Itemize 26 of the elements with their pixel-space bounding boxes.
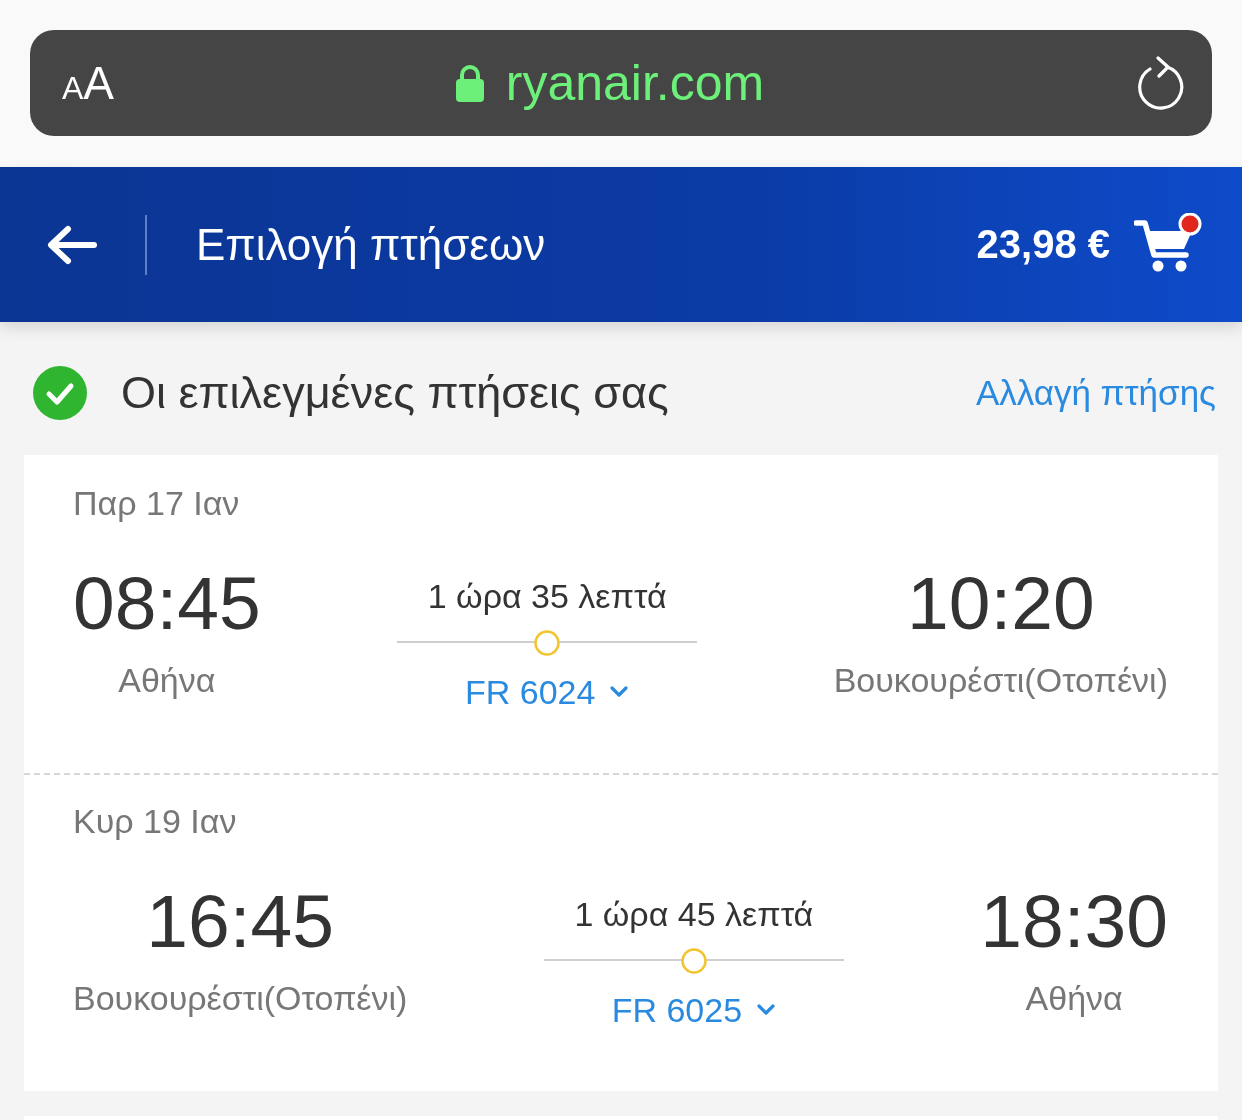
departure-city: Αθήνα xyxy=(118,660,216,700)
change-flight-link[interactable]: Αλλαγή πτήσης xyxy=(975,372,1216,413)
cart-icon xyxy=(1134,219,1192,271)
reload-icon xyxy=(1136,56,1186,110)
arrival-time: 18:30 xyxy=(980,882,1168,960)
reload-button[interactable] xyxy=(1136,56,1186,110)
page-title: Επιλογή πτήσεων xyxy=(196,219,547,270)
flight-duration: 1 ώρα 45 λεπτά xyxy=(574,894,814,934)
section-title: Οι επιλεγμένες πτήσεις σας xyxy=(121,366,670,419)
caret-icon xyxy=(756,1003,777,1017)
back-button[interactable] xyxy=(46,224,98,265)
text-size-button[interactable]: AA xyxy=(62,56,115,110)
caret-icon xyxy=(609,685,630,699)
arrival-time: 10:20 xyxy=(906,564,1095,642)
flight-date: Παρ 17 Ιαν xyxy=(73,483,241,523)
arrival-city: Αθήνα xyxy=(1025,978,1123,1018)
flight-date: Κυρ 19 Ιαν xyxy=(73,801,238,841)
departure-city: Βουκουρέστι(Οτοπένι) xyxy=(73,978,408,1018)
cart-total: 23,98 € xyxy=(976,222,1110,267)
arrival-city: Βουκουρέστι(Οτοπένι) xyxy=(833,660,1168,700)
url-text[interactable]: ryanair.com xyxy=(505,54,765,112)
departure-time: 16:45 xyxy=(146,882,335,960)
flight-number-toggle[interactable]: FR 6024 xyxy=(464,672,630,712)
departure-time: 08:45 xyxy=(73,564,261,642)
flight-duration: 1 ώρα 35 λεπτά xyxy=(427,576,667,616)
flight-number-toggle[interactable]: FR 6025 xyxy=(611,990,777,1030)
